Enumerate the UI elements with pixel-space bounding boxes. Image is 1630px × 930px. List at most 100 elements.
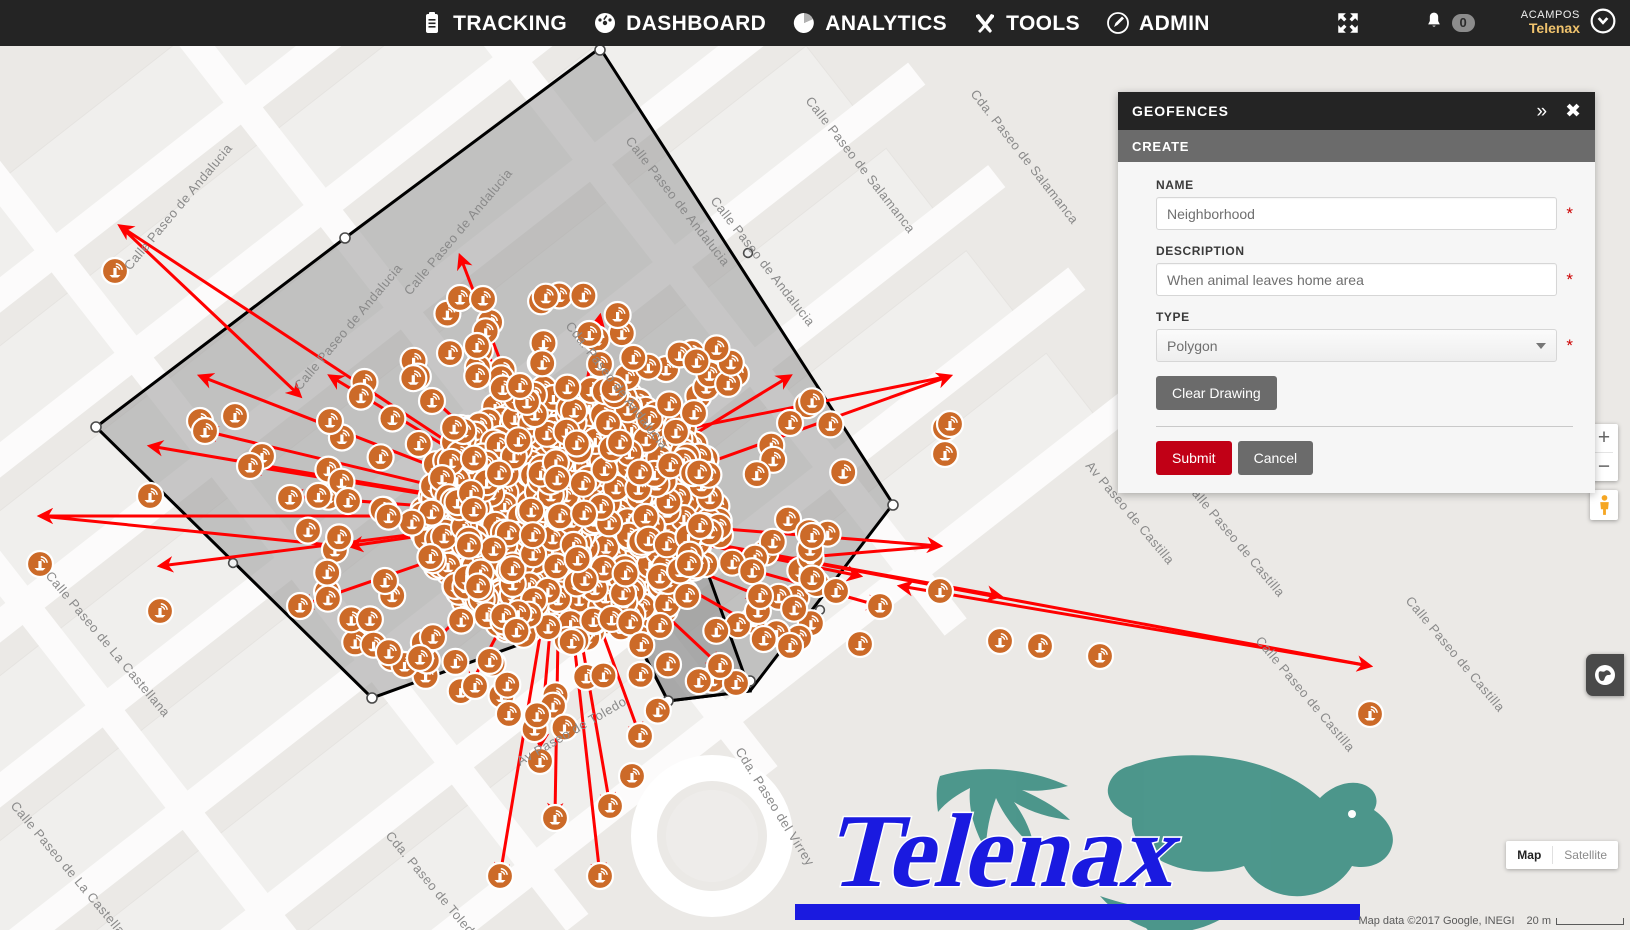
tracking-marker[interactable]: [797, 521, 827, 551]
street-view-pegman-icon[interactable]: [1590, 490, 1618, 520]
tracking-marker[interactable]: [585, 861, 615, 891]
tracking-marker[interactable]: [935, 409, 965, 439]
tracking-marker[interactable]: [595, 791, 625, 821]
tracking-marker[interactable]: [925, 576, 955, 606]
tracking-marker[interactable]: [643, 696, 672, 725]
tracking-marker[interactable]: [865, 591, 895, 621]
tracking-marker[interactable]: [304, 481, 333, 510]
tracking-marker[interactable]: [346, 382, 375, 411]
tracking-marker[interactable]: [603, 300, 632, 330]
alerts-indicator[interactable]: 0: [1424, 11, 1475, 36]
tracking-marker[interactable]: [333, 486, 363, 516]
tracking-marker[interactable]: [145, 596, 175, 626]
tracking-marker[interactable]: [462, 331, 492, 361]
tracking-marker[interactable]: [505, 371, 535, 401]
tracking-marker[interactable]: [775, 631, 805, 661]
map-type-toggle[interactable]: Map Satellite: [1506, 841, 1618, 869]
tracking-marker[interactable]: [370, 566, 400, 596]
tracking-marker[interactable]: [845, 629, 875, 659]
tracking-marker[interactable]: [460, 671, 490, 701]
chevron-down-circle-icon[interactable]: [1590, 8, 1616, 39]
cancel-button[interactable]: Cancel: [1237, 441, 1314, 475]
tracking-marker[interactable]: [797, 387, 827, 416]
tracking-marker[interactable]: [459, 495, 488, 525]
nav-item-admin[interactable]: ADMIN: [1106, 11, 1210, 35]
tracking-marker[interactable]: [374, 638, 403, 667]
tracking-marker[interactable]: [821, 576, 851, 606]
maptype-map-button[interactable]: Map: [1506, 841, 1552, 869]
tracking-marker[interactable]: [673, 581, 702, 611]
tracking-marker[interactable]: [674, 549, 704, 579]
tracking-marker[interactable]: [135, 481, 165, 511]
tracking-marker[interactable]: [417, 386, 447, 416]
tracking-marker[interactable]: [528, 349, 557, 378]
tracking-marker[interactable]: [589, 661, 618, 690]
tracking-marker[interactable]: [275, 483, 305, 513]
tracking-marker[interactable]: [502, 616, 531, 646]
tracking-marker[interactable]: [1085, 641, 1115, 671]
tracking-marker[interactable]: [557, 627, 586, 657]
tracking-marker[interactable]: [626, 660, 655, 690]
tracking-marker[interactable]: [464, 572, 493, 601]
user-account-block[interactable]: ACAMPOS Telenax: [1521, 9, 1580, 36]
tracking-marker[interactable]: [930, 439, 960, 469]
tracking-marker[interactable]: [775, 408, 805, 438]
tracking-marker[interactable]: [518, 521, 548, 550]
tracking-marker[interactable]: [313, 558, 342, 587]
tracking-marker[interactable]: [435, 339, 465, 368]
tracking-marker[interactable]: [645, 611, 675, 641]
tracking-marker[interactable]: [816, 410, 845, 439]
tracking-marker[interactable]: [285, 591, 315, 621]
tracking-marker[interactable]: [829, 458, 858, 487]
tracking-marker[interactable]: [190, 416, 220, 446]
tracking-marker[interactable]: [315, 406, 345, 436]
tracking-marker[interactable]: [655, 390, 684, 419]
tracking-marker[interactable]: [619, 343, 648, 372]
tracking-marker[interactable]: [397, 508, 426, 537]
fullscreen-icon[interactable]: [1318, 10, 1378, 36]
tracking-marker[interactable]: [293, 516, 323, 545]
nav-item-dashboard[interactable]: DASHBOARD: [593, 11, 766, 35]
tracking-marker[interactable]: [568, 469, 598, 498]
tracking-marker[interactable]: [355, 605, 384, 634]
tracking-marker[interactable]: [543, 464, 572, 493]
maptype-satellite-button[interactable]: Satellite: [1553, 841, 1618, 869]
tracking-marker[interactable]: [540, 803, 570, 833]
tracking-marker[interactable]: [504, 426, 533, 455]
tracking-marker[interactable]: [779, 594, 809, 623]
tracking-marker[interactable]: [798, 564, 827, 593]
tracking-marker[interactable]: [625, 721, 655, 751]
tracking-marker[interactable]: [705, 651, 735, 681]
nav-item-analytics[interactable]: ANALYTICS: [792, 11, 947, 35]
tracking-marker[interactable]: [679, 399, 709, 428]
tracking-marker[interactable]: [468, 284, 498, 314]
tracking-marker[interactable]: [545, 502, 575, 531]
tracking-marker[interactable]: [742, 460, 771, 489]
tracking-marker[interactable]: [517, 496, 546, 525]
nav-item-tracking[interactable]: TRACKING: [420, 11, 567, 35]
type-select[interactable]: Polygon: [1156, 329, 1558, 362]
tracking-marker[interactable]: [463, 362, 492, 391]
tracking-marker[interactable]: [1025, 631, 1055, 661]
tracking-marker[interactable]: [485, 861, 515, 891]
tracking-marker[interactable]: [494, 699, 524, 729]
tracking-marker[interactable]: [985, 626, 1015, 656]
tracking-marker[interactable]: [220, 401, 250, 431]
tracking-marker[interactable]: [374, 502, 403, 531]
tracking-marker[interactable]: [366, 443, 395, 472]
description-input[interactable]: When animal leaves home area: [1156, 263, 1558, 296]
tracking-marker[interactable]: [563, 544, 592, 574]
tracking-marker[interactable]: [459, 444, 488, 473]
tracking-marker[interactable]: [325, 523, 354, 552]
tracking-marker[interactable]: [1355, 699, 1385, 729]
collapse-panel-icon[interactable]: »: [1537, 102, 1548, 121]
tracking-marker[interactable]: [531, 282, 560, 311]
tracking-marker[interactable]: [738, 557, 767, 586]
tracking-marker[interactable]: [440, 413, 469, 442]
tracking-marker[interactable]: [562, 429, 591, 458]
tracking-marker[interactable]: [235, 451, 265, 481]
tracking-marker[interactable]: [404, 429, 433, 459]
submit-button[interactable]: Submit: [1156, 441, 1232, 475]
tracking-marker[interactable]: [522, 701, 552, 730]
tracking-marker[interactable]: [475, 646, 504, 676]
